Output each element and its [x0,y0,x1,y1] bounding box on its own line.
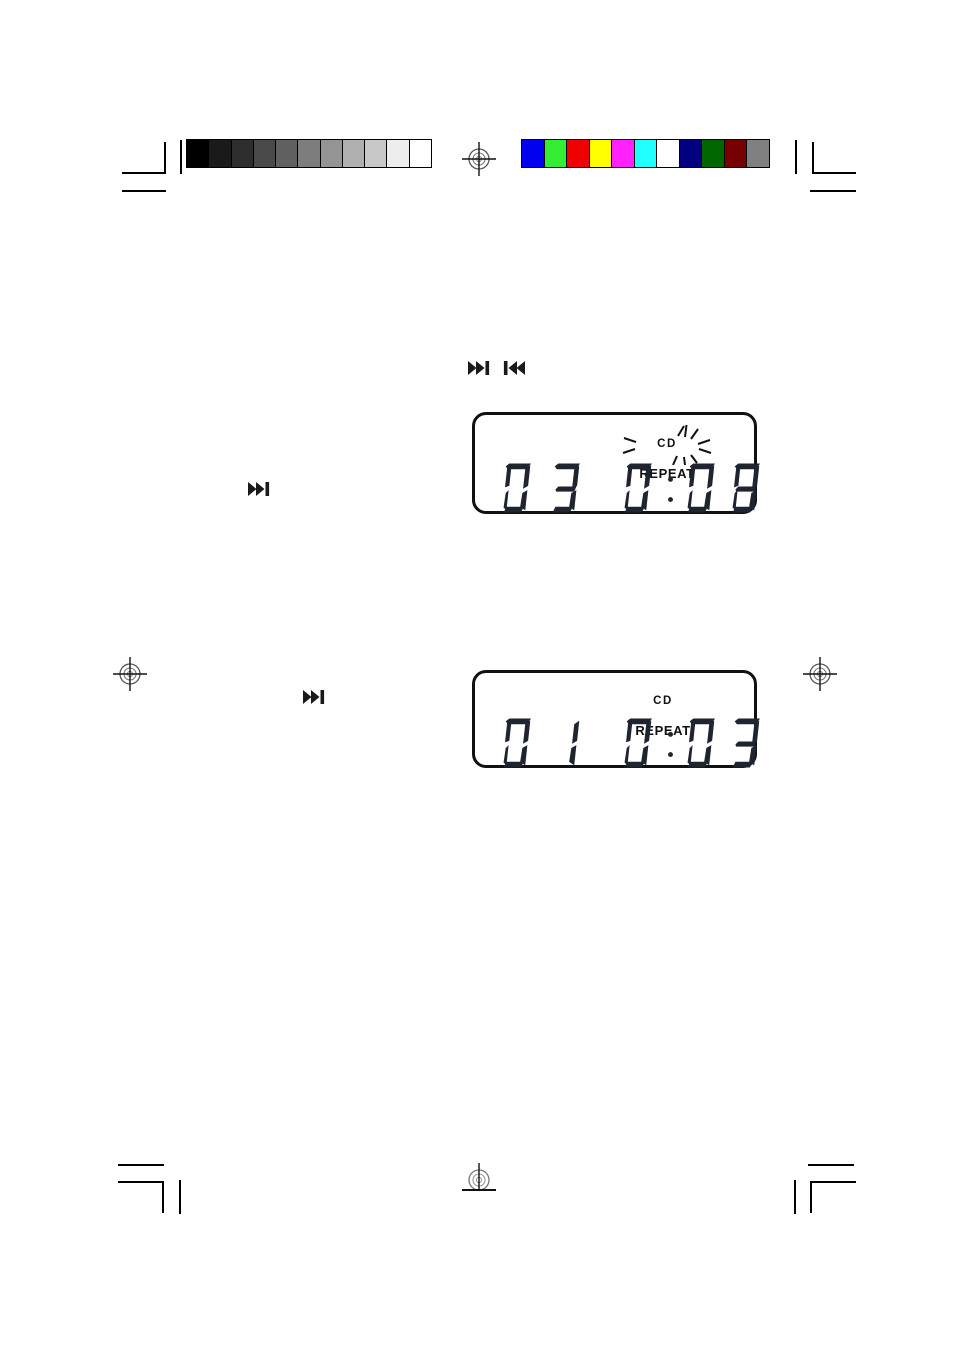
seven-segment-colon [663,717,678,769]
crop-mark-segment [164,142,166,174]
registration-target-left [113,657,147,691]
color-swatch [702,140,725,167]
crop-mark-segment [122,190,166,192]
color-swatch [544,140,568,167]
crop-mark-segment [812,142,814,174]
color-swatch [657,140,680,167]
crop-mark-segment [810,1181,856,1183]
crop-mark-segment [794,1180,796,1214]
transport-icon-row [468,361,525,380]
registration-target-top [462,142,496,176]
indicator-cd-label: CD [653,695,673,708]
seven-segment-digit [618,462,660,514]
color-calibration-bar [521,139,770,168]
grayscale-calibration-bar [186,139,432,168]
seven-segment-digit [681,462,723,514]
elapsed-time-readout [618,462,771,514]
crop-mark-segment [162,1181,164,1213]
track-number-readout [497,717,595,769]
lcd-display-panel: CD REPEAT [472,670,760,769]
crop-mark-segment [810,190,856,192]
crop-mark-segment [118,1164,164,1166]
elapsed-time-readout [618,717,771,769]
track-number-readout [497,462,595,514]
skip-backward-icon[interactable] [501,361,525,380]
seven-segment-digit [726,462,768,514]
crop-mark-segment [122,172,166,174]
color-swatch [612,140,635,167]
lcd-display-panel: CD REPEAT [472,412,760,514]
grayscale-swatch [209,140,232,167]
grayscale-swatch [253,140,277,167]
seven-segment-digit [618,717,660,769]
seven-segment-digit [497,717,539,769]
indicator-cd-label: CD [657,438,677,451]
skip-forward-icon[interactable] [248,482,272,501]
grayscale-swatch [276,140,299,167]
grayscale-swatch [342,140,366,167]
crop-mark-segment [812,172,856,174]
crop-mark-segment [810,1181,812,1213]
seven-segment-digit [546,462,588,514]
color-swatch [589,140,613,167]
seven-segment-digit [497,462,539,514]
crop-mark-segment [808,1164,854,1166]
crop-mark-segment [179,1180,181,1214]
registration-target-right [803,657,837,691]
seven-segment-colon [663,462,678,514]
crop-mark-segment [180,140,182,174]
color-swatch [567,140,590,167]
skip-forward-icon[interactable] [468,361,492,380]
color-swatch [724,140,748,167]
grayscale-swatch [231,140,254,167]
color-swatch [747,140,770,167]
scanned-page: CD REPEAT CD REPEAT [0,0,954,1351]
skip-forward-icon[interactable] [303,690,327,709]
crop-mark-segment [118,1181,164,1183]
crop-mark-segment [795,140,797,174]
grayscale-swatch [387,140,410,167]
seven-segment-digit [726,717,768,769]
grayscale-swatch [187,140,210,167]
seven-segment-digit [681,717,723,769]
seven-segment-digit [546,717,588,769]
grayscale-swatch [298,140,321,167]
grayscale-swatch [409,140,431,167]
color-swatch [679,140,703,167]
color-swatch [634,140,658,167]
color-swatch [522,140,545,167]
registration-target-bottom [462,1163,496,1191]
grayscale-swatch [365,140,388,167]
grayscale-swatch [320,140,343,167]
